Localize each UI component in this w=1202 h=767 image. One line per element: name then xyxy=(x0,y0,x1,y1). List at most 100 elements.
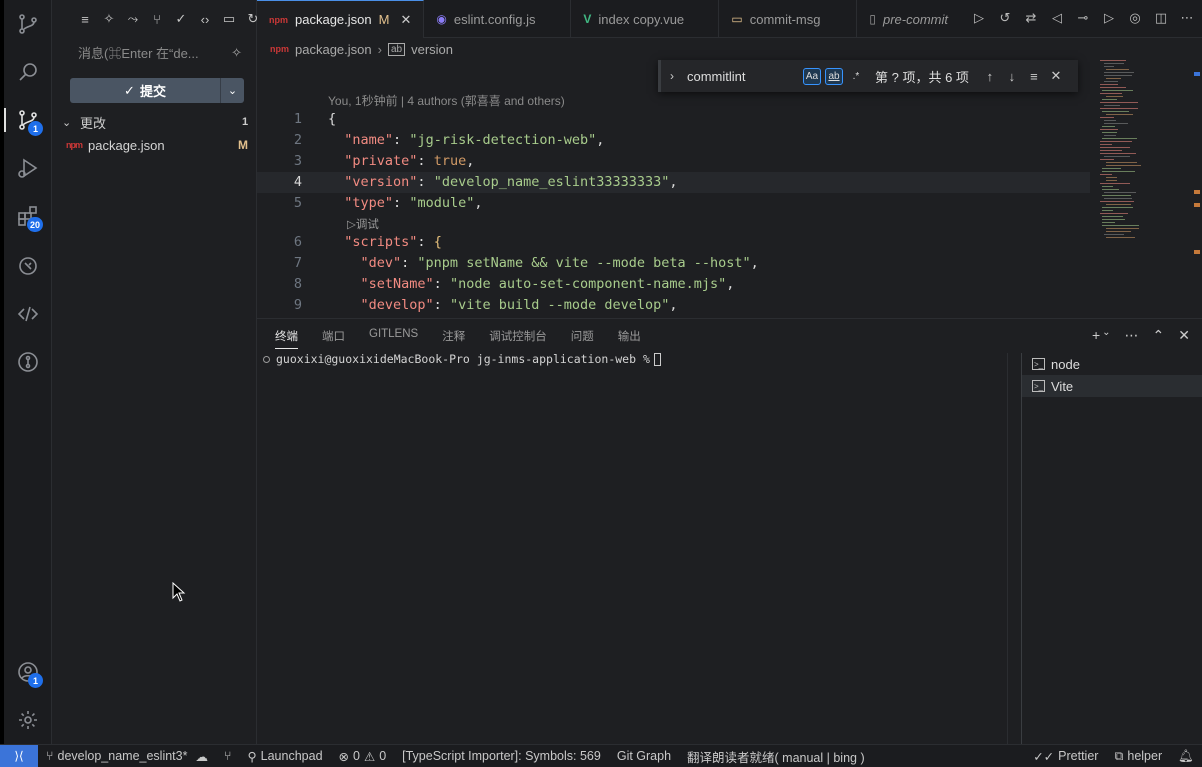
compare-changes-icon[interactable]: ⇄ xyxy=(1022,10,1040,26)
remote-indicator-icon[interactable]: ⟩⟨ xyxy=(0,744,38,767)
tab-output[interactable]: 输出 xyxy=(618,328,641,349)
sparkle-icon[interactable]: ✧ xyxy=(100,10,118,28)
close-icon[interactable]: ✕ xyxy=(1178,327,1190,344)
debug-codelens[interactable]: ▷调试 xyxy=(347,216,379,232)
generate-message-icon[interactable]: ✧ xyxy=(231,45,242,61)
code-icon[interactable] xyxy=(4,294,52,334)
code-line[interactable]: 6 "scripts": { xyxy=(257,232,1090,253)
tab-index-copy-vue[interactable]: V index copy.vue xyxy=(571,0,720,38)
tab-problems[interactable]: 问题 xyxy=(571,328,594,349)
source-control-graph-icon[interactable]: ⑂ xyxy=(216,749,240,763)
check-icon[interactable]: ✓ xyxy=(172,10,190,28)
helper-status[interactable]: ⧉ helper xyxy=(1106,749,1170,764)
close-icon[interactable]: ✕ xyxy=(400,12,411,28)
code-line[interactable]: 8 "setName": "node auto-set-component-na… xyxy=(257,274,1090,295)
branch-status[interactable]: ⑂ develop_name_eslint3* ☁ xyxy=(38,749,216,764)
split-editor-icon[interactable]: ◫ xyxy=(1152,10,1170,26)
bell-icon[interactable]: 🔔︎ xyxy=(1170,749,1202,764)
changes-section-header[interactable]: ⌄ 更改 1 xyxy=(62,112,252,132)
blame-annotation[interactable]: You, 1秒钟前 | 4 authors (郭喜喜 and others) xyxy=(328,92,565,109)
find-input[interactable]: commitlint xyxy=(683,69,803,84)
tab-eslint-config[interactable]: ◉ eslint.config.js xyxy=(424,0,572,38)
line-number: 6 xyxy=(293,234,302,250)
minimap[interactable] xyxy=(1096,60,1156,240)
terminal-item-vite[interactable]: >_ Vite xyxy=(1022,375,1202,397)
code-line[interactable]: 3 "private": true, xyxy=(257,151,1090,172)
terminal-item-node[interactable]: >_ node xyxy=(1022,353,1202,375)
line-source: { xyxy=(328,111,337,127)
tab-comments[interactable]: 注释 xyxy=(442,328,465,349)
git-graph-status[interactable]: Git Graph xyxy=(609,749,679,763)
terminal-list: >_ node >_ Vite xyxy=(1021,353,1202,745)
tab-package-json[interactable]: npm package.json M ✕ xyxy=(257,0,425,38)
code-line[interactable]: 2 "name": "jg-risk-detection-web", xyxy=(257,130,1090,151)
remote-explorer-icon[interactable] xyxy=(4,246,52,286)
code-line[interactable]: 7 "dev": "pnpm setName && vite --mode be… xyxy=(257,253,1090,274)
changed-file-row[interactable]: npm package.json M xyxy=(66,135,252,155)
find-result-count: 第 ? 项，共 6 项 xyxy=(875,69,969,85)
terminal-scrollbar[interactable] xyxy=(1007,353,1021,745)
tab-commit-msg[interactable]: ▭ commit-msg xyxy=(719,0,858,38)
editor-tabs: npm package.json M ✕ ◉ eslint.config.js … xyxy=(257,0,1202,38)
gitlens-inspect-icon[interactable]: ◎ xyxy=(1126,10,1144,26)
tab-terminal[interactable]: 终端 xyxy=(275,328,298,349)
match-case-toggle[interactable]: Aa xyxy=(803,67,821,85)
chevron-right-icon[interactable]: › xyxy=(661,69,683,83)
chevron-right-icon: › xyxy=(377,41,382,57)
comment-icon[interactable]: ▭ xyxy=(220,10,238,28)
commit-node-icon[interactable]: ⊸ xyxy=(1074,10,1092,26)
line-number: 4 xyxy=(293,174,302,190)
tab-ports[interactable]: 端口 xyxy=(322,328,345,349)
arrow-down-icon[interactable]: ↓ xyxy=(1001,69,1023,84)
chevron-down-icon[interactable]: ⌄ xyxy=(1102,327,1110,344)
history-icon[interactable]: ↺ xyxy=(996,10,1014,26)
code-line[interactable]: 5 "type": "module", xyxy=(257,193,1090,214)
line-source: "setName": "node auto-set-component-name… xyxy=(360,276,735,292)
tab-gitlens[interactable]: GITLENS xyxy=(369,328,418,349)
whole-word-toggle[interactable]: ab xyxy=(825,67,843,85)
tab-pre-commit[interactable]: ▯ pre-commit xyxy=(857,0,960,38)
more-icon[interactable]: ⋯ xyxy=(1125,327,1139,344)
branch-compare-icon[interactable]: ⑂ xyxy=(148,10,166,28)
arrow-up-icon[interactable]: ↑ xyxy=(979,69,1001,84)
tab-debug-console[interactable]: 调试控制台 xyxy=(489,328,547,349)
source-control-icon[interactable]: 1 xyxy=(4,100,52,140)
reader-status[interactable]: 翻译朗读者就绪( manual | bing ) xyxy=(679,747,873,766)
scm-toolbar: ≡ ✧ ⤳ ⑂ ✓ ‹› ▭ ↻ xyxy=(76,10,262,30)
gear-icon[interactable] xyxy=(4,700,52,740)
close-icon[interactable]: ✕ xyxy=(1045,68,1067,84)
gitlens-icon[interactable] xyxy=(4,342,52,382)
maximize-panel-icon[interactable]: ⌃ xyxy=(1153,327,1165,344)
commit-dropdown-button[interactable]: ⌄ xyxy=(220,78,244,103)
previous-revision-icon[interactable]: ◁ xyxy=(1048,10,1066,26)
run-debug-icon[interactable] xyxy=(4,148,52,188)
problems-status[interactable]: ⊗ 0 ⚠ 0 xyxy=(331,749,395,764)
code-icon[interactable]: ‹› xyxy=(196,10,214,28)
code-line[interactable]: 9 "develop": "vite build --mode develop"… xyxy=(257,295,1090,316)
extensions-icon[interactable]: 20 xyxy=(4,196,52,236)
prettier-status[interactable]: ✓✓ Prettier xyxy=(1025,749,1106,764)
breadcrumb-file[interactable]: package.json xyxy=(295,42,372,57)
ai-commit-icon[interactable]: ⤳ xyxy=(124,10,142,28)
code-line[interactable]: 1{ xyxy=(257,109,1090,130)
commit-message-input[interactable] xyxy=(70,41,220,65)
run-icon[interactable]: ▷ xyxy=(970,10,988,26)
double-check-icon: ✓✓ xyxy=(1033,749,1055,764)
terminal-prompt: guoxixi@guoxixideMacBook-Pro jg-inms-app… xyxy=(276,352,650,366)
ts-importer-status[interactable]: [TypeScript Importer]: Symbols: 569 xyxy=(394,749,609,763)
list-icon[interactable]: ≡ xyxy=(76,10,94,28)
breadcrumb: npm package.json › ab version xyxy=(270,40,453,58)
new-terminal-icon[interactable]: + xyxy=(1092,327,1100,344)
commit-button[interactable]: ✓ 提交 xyxy=(70,78,220,103)
find-in-selection-icon[interactable]: ≡ xyxy=(1023,69,1045,84)
terminal-output[interactable]: guoxixi@guoxixideMacBook-Pro jg-inms-app… xyxy=(263,352,661,366)
next-revision-icon[interactable]: ▷ xyxy=(1100,10,1118,26)
launchpad-status[interactable]: ⚲ Launchpad xyxy=(240,749,331,764)
account-icon[interactable]: 1 xyxy=(4,652,52,692)
code-line[interactable]: 4 "version": "develop_name_eslint3333333… xyxy=(257,172,1090,193)
git-branch-icon[interactable] xyxy=(4,4,52,44)
breadcrumb-symbol[interactable]: version xyxy=(411,42,453,57)
regex-toggle[interactable]: .* xyxy=(847,68,865,85)
search-icon[interactable] xyxy=(4,52,52,92)
more-icon[interactable]: ⋯ xyxy=(1178,10,1196,26)
